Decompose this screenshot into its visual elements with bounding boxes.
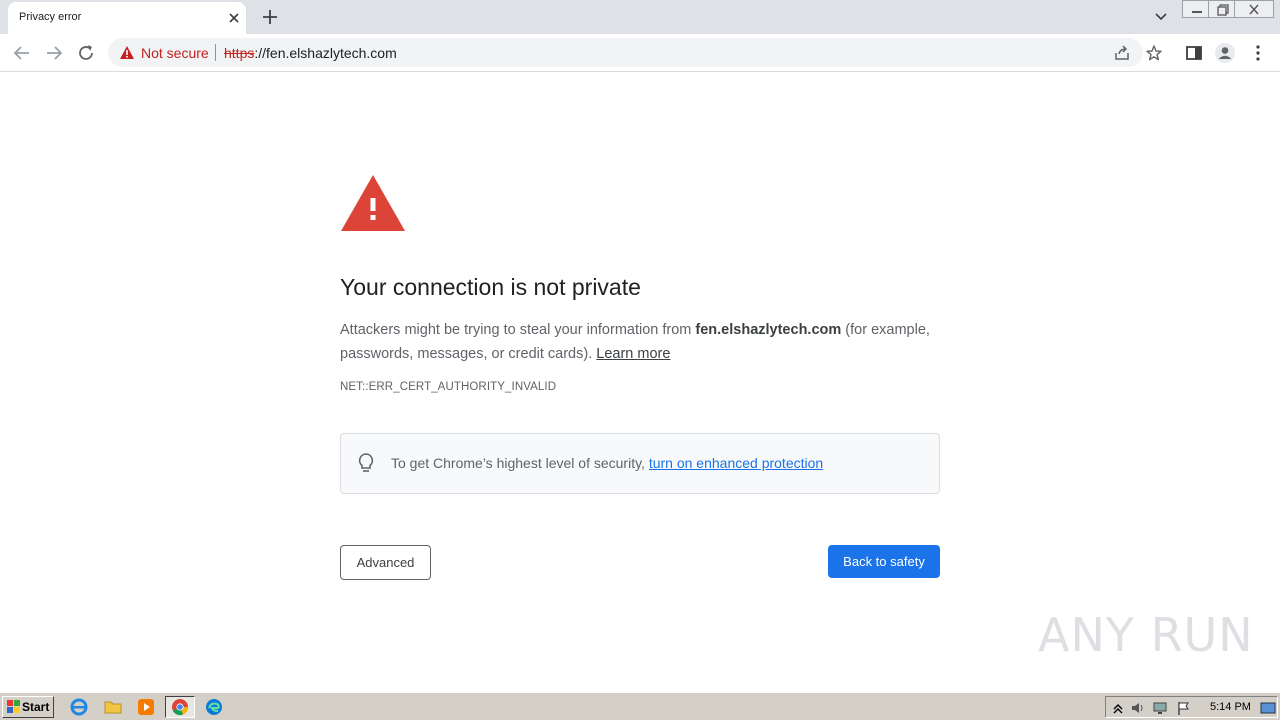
- reload-icon[interactable]: [75, 42, 97, 64]
- file-explorer-icon[interactable]: [103, 697, 125, 717]
- side-panel-icon[interactable]: [1183, 42, 1205, 64]
- error-description: Attackers might be trying to steal your …: [340, 322, 930, 362]
- tab-title: Privacy error: [19, 11, 82, 23]
- url-text[interactable]: https://fen.elshazlytech.com: [224, 45, 397, 61]
- show-hidden-icons-icon[interactable]: [1110, 700, 1126, 716]
- windows-logo-icon: [7, 700, 21, 717]
- learn-more-link[interactable]: Learn more: [596, 346, 670, 362]
- tab-close-icon[interactable]: [225, 9, 243, 27]
- advanced-button[interactable]: Advanced: [340, 545, 431, 580]
- anyrun-watermark: ANY RUN: [1038, 608, 1254, 662]
- omnibox[interactable]: Not secure https://fen.elshazlytech.com: [108, 38, 1162, 67]
- restore-button[interactable]: [1208, 0, 1236, 18]
- page-title: Your connection is not private: [340, 274, 641, 300]
- forward-arrow-icon[interactable]: [43, 42, 65, 64]
- start-button[interactable]: Start: [2, 696, 54, 718]
- edge-icon[interactable]: [204, 697, 226, 717]
- back-arrow-icon[interactable]: [11, 42, 33, 64]
- bookmark-star-icon[interactable]: [1145, 44, 1163, 62]
- system-tray: 5:14 PM: [1105, 696, 1278, 718]
- hostname: fen.elshazlytech.com: [695, 322, 842, 338]
- lightbulb-icon: [356, 452, 376, 479]
- security-status-label[interactable]: Not secure: [141, 45, 209, 61]
- chrome-icon[interactable]: [165, 696, 195, 718]
- taskbar: Start 5:14 PM: [0, 692, 1280, 720]
- enhanced-protection-link[interactable]: turn on enhanced protection: [649, 455, 823, 471]
- action-center-flag-icon[interactable]: [1176, 700, 1192, 716]
- network-icon[interactable]: [1152, 700, 1168, 716]
- enhanced-protection-box: To get Chrome’s highest level of securit…: [340, 433, 940, 494]
- clock[interactable]: 5:14 PM: [1210, 701, 1251, 713]
- warning-triangle-icon: [340, 174, 406, 237]
- omnibox-divider: [215, 44, 216, 61]
- media-player-icon[interactable]: [136, 697, 158, 717]
- profile-avatar-icon[interactable]: [1214, 42, 1236, 64]
- show-desktop-icon[interactable]: [1260, 700, 1276, 716]
- minimize-button[interactable]: [1182, 0, 1210, 18]
- new-tab-icon[interactable]: [259, 6, 281, 28]
- volume-icon[interactable]: [1130, 700, 1146, 716]
- browser-toolbar: Not secure https://fen.elshazlytech.com: [0, 34, 1280, 72]
- internet-explorer-icon[interactable]: [69, 697, 91, 717]
- url-scheme: https: [224, 45, 255, 61]
- share-icon[interactable]: [1113, 44, 1131, 62]
- url-host: ://fen.elshazlytech.com: [254, 45, 397, 61]
- error-code: NET::ERR_CERT_AUTHORITY_INVALID: [340, 381, 557, 393]
- tab-privacy-error[interactable]: Privacy error: [8, 2, 246, 34]
- tab-strip: Privacy error: [0, 0, 1280, 34]
- not-secure-warning-icon[interactable]: [119, 45, 135, 65]
- enhanced-protection-text: To get Chrome’s highest level of securit…: [391, 455, 824, 471]
- kebab-menu-icon[interactable]: [1247, 42, 1269, 64]
- back-to-safety-button[interactable]: Back to safety: [828, 545, 940, 578]
- tab-search-icon[interactable]: [1151, 8, 1171, 26]
- close-window-button[interactable]: [1234, 0, 1274, 18]
